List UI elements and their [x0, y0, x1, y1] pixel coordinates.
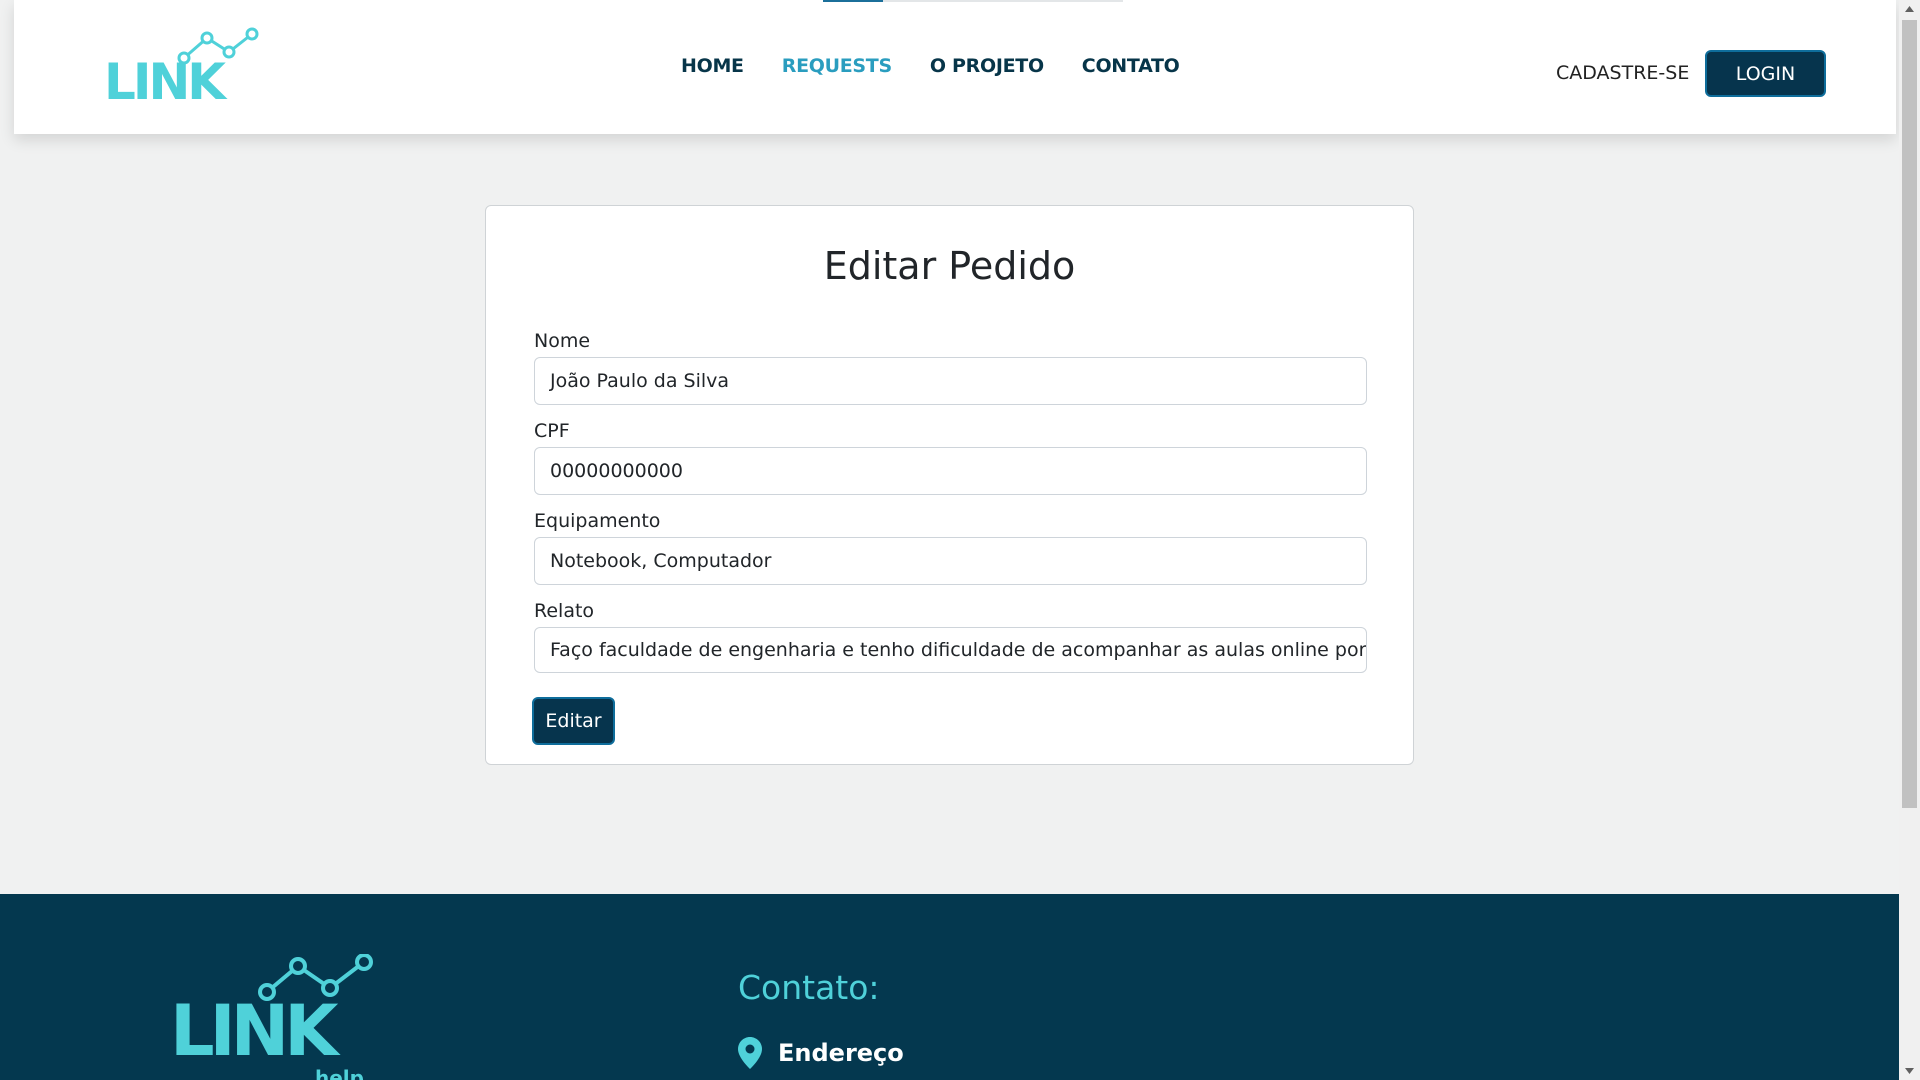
cpf-input[interactable]: 00000000000: [534, 447, 1367, 495]
main-nav: HOME REQUESTS O PROJETO CONTATO: [681, 55, 1218, 77]
nav-contato[interactable]: CONTATO: [1082, 55, 1180, 77]
page-title: Editar Pedido: [823, 244, 1076, 288]
page-scrollbar[interactable]: [1899, 0, 1920, 1080]
scroll-up-icon[interactable]: [1899, 0, 1920, 18]
site-header: LINK HOME REQUESTS O PROJETO CONTATO CAD…: [14, 0, 1896, 134]
footer-logo[interactable]: LINK help: [170, 954, 380, 1080]
scroll-thumb[interactable]: [1902, 20, 1917, 808]
footer-logo-sub: help: [315, 1066, 364, 1080]
page-load-progress-fill: [823, 0, 883, 2]
nav-requests[interactable]: REQUESTS: [782, 55, 892, 77]
equipamento-input[interactable]: Notebook, Computador: [534, 537, 1367, 585]
nav-home[interactable]: HOME: [681, 55, 744, 77]
footer-logo-text: LINK: [170, 990, 338, 1072]
nav-o-projeto[interactable]: O PROJETO: [930, 55, 1044, 77]
page-load-progress: [823, 0, 1123, 2]
signup-link[interactable]: CADASTRE-SE: [1556, 62, 1689, 84]
relato-textarea[interactable]: Faço faculdade de engenharia e tenho dif…: [534, 627, 1367, 673]
edit-submit-button[interactable]: Editar: [532, 697, 615, 745]
nome-input[interactable]: João Paulo da Silva: [534, 357, 1367, 405]
equipamento-label: Equipamento: [534, 510, 661, 532]
relato-label: Relato: [534, 600, 595, 622]
logo-text: LINK: [104, 53, 226, 111]
nome-label: Nome: [534, 330, 591, 352]
edit-request-card: Editar Pedido Nome João Paulo da Silva C…: [485, 205, 1414, 765]
contact-title: Contato:: [738, 968, 880, 1007]
map-pin-icon: [738, 1037, 762, 1069]
cpf-label: CPF: [534, 420, 570, 442]
scroll-down-icon[interactable]: [1899, 1062, 1920, 1080]
login-button[interactable]: LOGIN: [1705, 50, 1826, 97]
site-footer: LINK help Contato: Endereço: [0, 894, 1899, 1080]
site-logo[interactable]: LINK: [104, 26, 264, 108]
address-label: Endereço: [778, 1039, 904, 1067]
address-row: Endereço: [738, 1037, 904, 1069]
